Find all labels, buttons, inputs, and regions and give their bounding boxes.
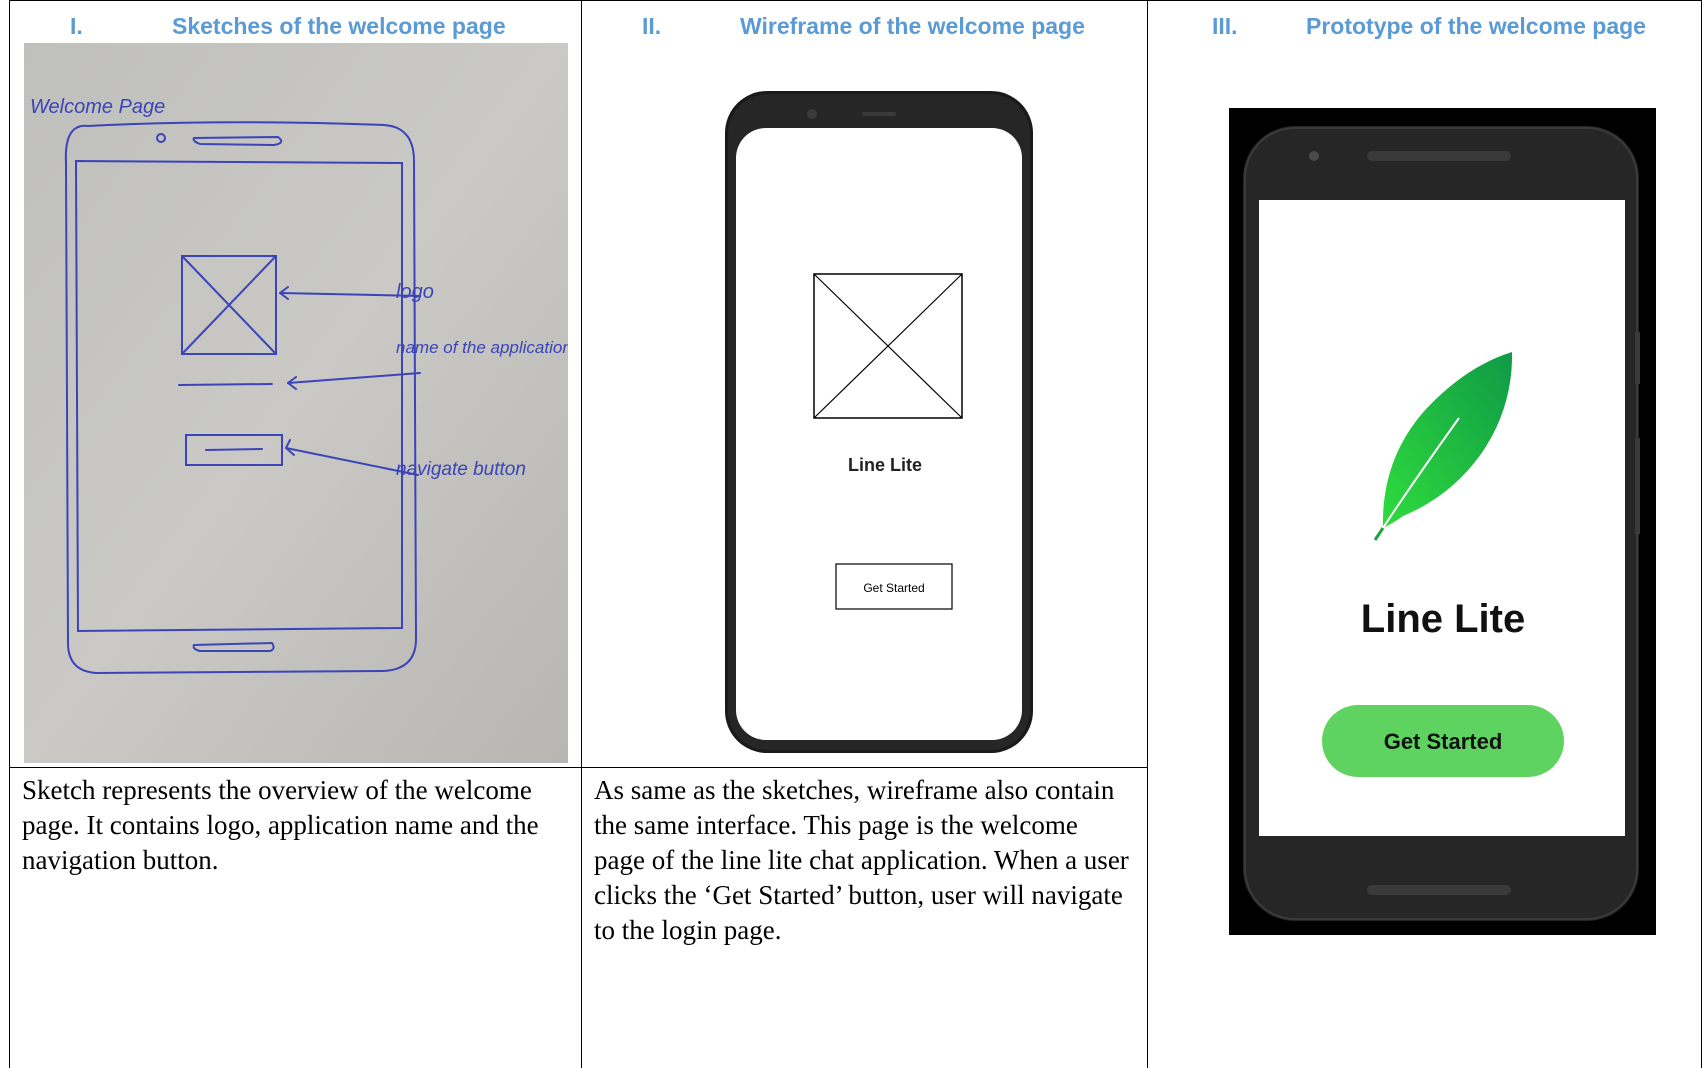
sketch-annotation-app-name: name of the application: [396, 338, 568, 357]
column-number: I.: [70, 13, 83, 39]
sketch-annotation-logo: logo: [396, 281, 434, 303]
sketch-annotation-button: navigate button: [396, 459, 526, 480]
column-number: II.: [642, 13, 662, 39]
table-border-left: [9, 0, 10, 1068]
wireframe-description: As same as the sketches, wireframe also …: [594, 775, 1129, 945]
wireframe-button-label: Get Started: [863, 581, 924, 595]
sketch-description: Sketch represents the overview of the we…: [22, 775, 539, 875]
prototype-app-name: Line Lite: [1361, 597, 1525, 641]
column-title: Sketches of the welcome page: [172, 13, 506, 39]
table-row-divider: [9, 767, 1148, 768]
column-number: III.: [1212, 13, 1238, 39]
table-border-col2: [1147, 0, 1148, 1068]
wireframe-get-started-button[interactable]: Get Started: [835, 563, 953, 610]
table-border-right: [1701, 0, 1702, 1068]
prototype-get-started-button[interactable]: Get Started: [1322, 705, 1564, 777]
wireframe-logo-placeholder: [813, 273, 963, 419]
column-title: Wireframe of the welcome page: [740, 13, 1085, 39]
table-border-col1: [581, 0, 582, 1068]
wireframe-phone: Line Lite Get Started: [722, 88, 1040, 756]
column-title: Prototype of the welcome page: [1306, 13, 1646, 39]
prototype-button-label: Get Started: [1384, 729, 1503, 754]
sketch-photo: Welcome Page logo name of the applicatio…: [24, 43, 572, 763]
table-border-top: [9, 0, 1702, 1]
sketch-heading: Welcome Page: [30, 96, 165, 118]
wireframe-app-name: Line Lite: [848, 455, 922, 475]
prototype-phone: Line Lite Get Started: [1229, 108, 1656, 935]
